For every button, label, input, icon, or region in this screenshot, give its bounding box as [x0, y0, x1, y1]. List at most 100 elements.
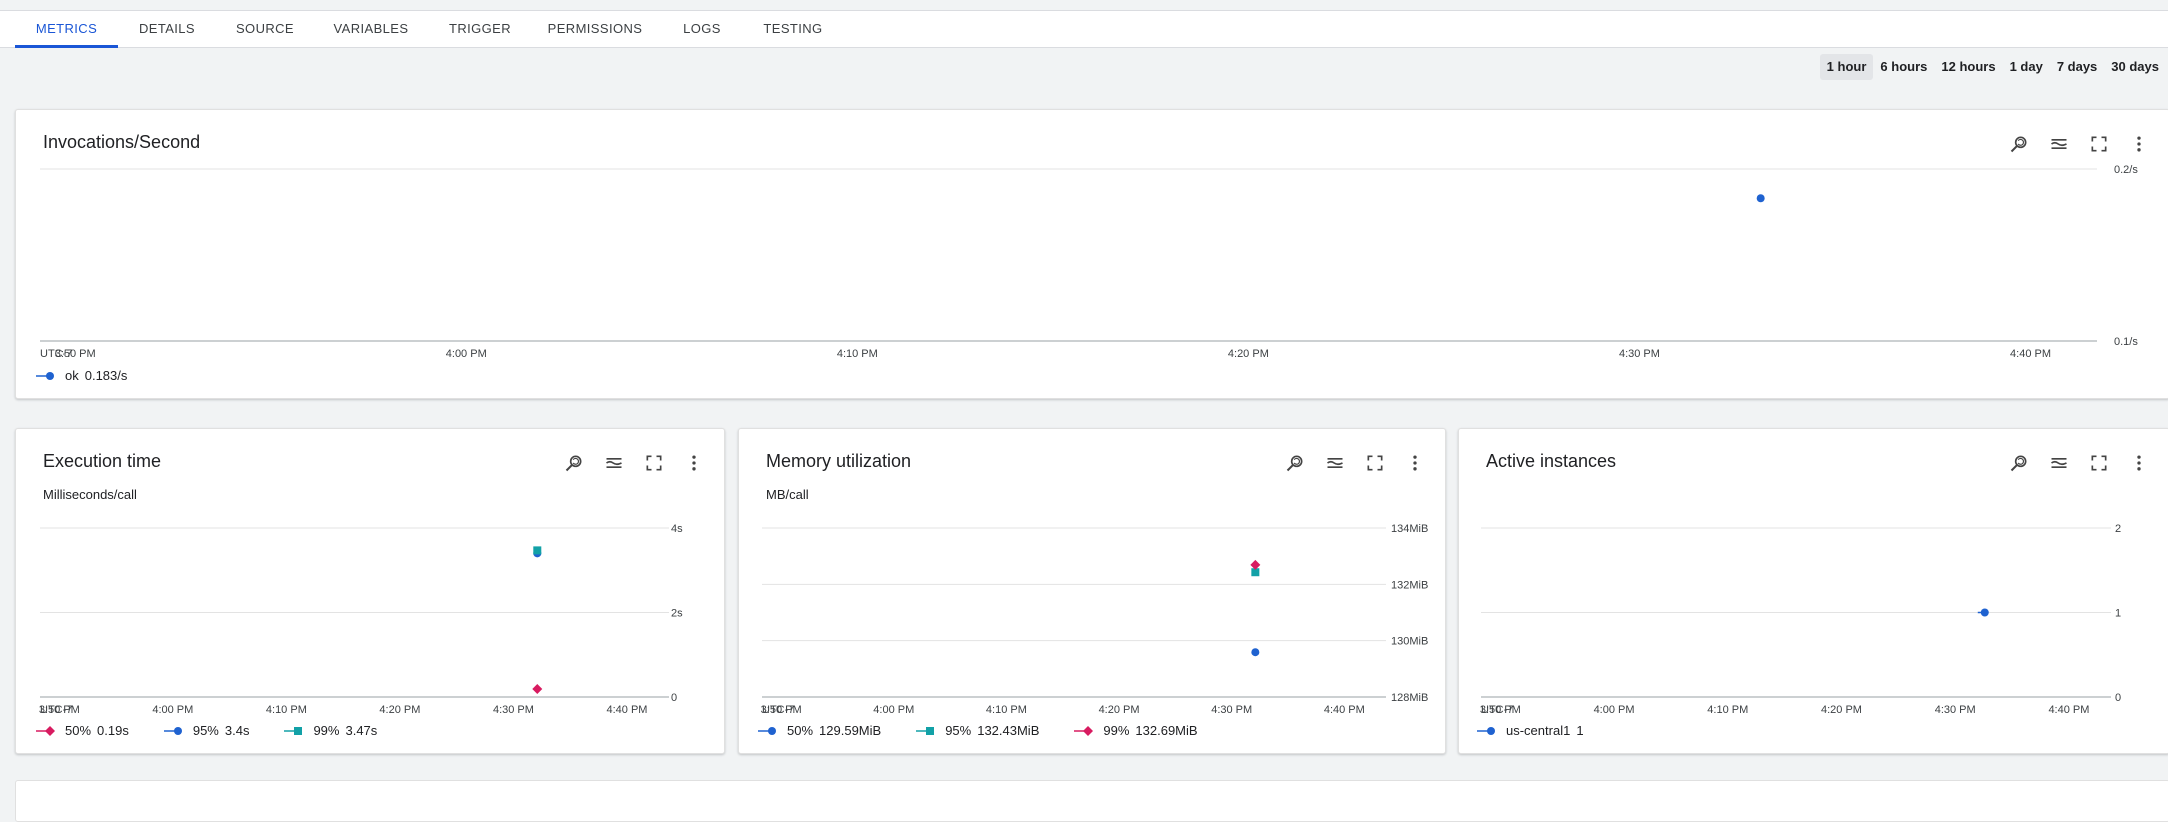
legend-series-value: 0.183/s: [84, 368, 128, 383]
legend-series-name: 50%: [787, 723, 814, 738]
legend-series-value: 3.4s: [224, 723, 250, 738]
legend-series-value: 1: [1576, 723, 1584, 738]
legend-series-name: 95%: [945, 723, 972, 738]
tab-testing[interactable]: TESTING: [754, 11, 832, 47]
memory-utilization-card: Memory utilization MB/call 134MiB 132MiB 1…: [738, 428, 1446, 754]
y-tick-label: 1: [2115, 608, 2121, 620]
legend-swatch: [1477, 726, 1495, 735]
legend-item[interactable]: us-central1 1: [1476, 723, 1584, 738]
legend-series-value: 3.47s: [345, 723, 378, 738]
legend-item[interactable]: 95% 3.4s: [163, 723, 250, 738]
invocations-card: Invocations/Second 0.2/s 0.1/s UTC-7 3:50 P…: [15, 109, 2168, 399]
range-7-days[interactable]: 7 days: [2050, 54, 2104, 80]
legend-swatch: [284, 726, 303, 735]
y-tick-label: 128MiB: [1391, 692, 1428, 704]
tab-logs[interactable]: LOGS: [668, 11, 736, 47]
legend-item[interactable]: 95% 132.43MiB: [915, 723, 1039, 738]
y-tick-label: 4s: [671, 523, 683, 535]
x-tick-label: 3:50 PM: [1480, 704, 1521, 716]
execution-time-card: Execution time Milliseconds/call 4s 2s 0 UT…: [15, 428, 725, 754]
y-tick-label: 0: [2115, 692, 2121, 704]
tab-variables[interactable]: VARIABLES: [322, 11, 420, 47]
legend-series-name: 50%: [65, 723, 92, 738]
tab-source[interactable]: SOURCE: [224, 11, 306, 47]
chart-legend: 50% 129.59MiB 95% 132.43MiB 99% 132.69MiB: [757, 723, 1232, 738]
x-tick-label: 3:50 PM: [55, 348, 96, 360]
x-tick-label: 4:10 PM: [266, 704, 307, 716]
legend-series-name: 95%: [192, 723, 219, 738]
x-tick-label: 4:10 PM: [837, 348, 878, 360]
data-point: [532, 683, 543, 694]
y-tick-label: 0.2/s: [2114, 164, 2138, 176]
legend-swatch: [163, 726, 182, 735]
tab-bar: METRICS DETAILS SOURCE VARIABLES TRIGGER…: [0, 10, 2168, 48]
tab-details[interactable]: DETAILS: [128, 11, 206, 47]
legend-swatch: [916, 726, 935, 735]
chart-legend: ok 0.183/s: [35, 368, 161, 383]
y-tick-label: 0: [671, 692, 677, 704]
x-tick-label: 4:40 PM: [1324, 704, 1365, 716]
time-range-selector: 1 hour 6 hours 12 hours 1 day 7 days 30 …: [1819, 54, 2166, 80]
range-1-day[interactable]: 1 day: [2003, 54, 2050, 80]
x-tick-label: 4:40 PM: [607, 704, 648, 716]
y-tick-label: 134MiB: [1391, 523, 1428, 535]
x-tick-label: 4:20 PM: [1099, 704, 1140, 716]
legend-item[interactable]: 50% 129.59MiB: [757, 723, 881, 738]
x-tick-label: 4:40 PM: [2010, 348, 2051, 360]
x-tick-label: 4:00 PM: [1594, 704, 1635, 716]
range-6-hours[interactable]: 6 hours: [1873, 54, 1934, 80]
invocations-chart: 0.2/s0.1/sUTC-73:50 PM 4:00 PM 4:10 PM 4:20…: [40, 164, 2138, 360]
y-tick-label: 2: [2115, 523, 2121, 535]
legend-swatch: [758, 726, 776, 735]
data-point: [533, 546, 542, 555]
legend-series-name: ok: [65, 368, 79, 383]
x-tick-label: 4:30 PM: [493, 704, 534, 716]
tab-trigger[interactable]: TRIGGER: [438, 11, 522, 47]
x-tick-label: 4:00 PM: [446, 348, 487, 360]
legend-series-value: 132.43MiB: [977, 723, 1040, 738]
legend-item[interactable]: ok 0.183/s: [35, 368, 127, 383]
legend-series-name: 99%: [313, 723, 340, 738]
memory-utilization-chart: 134MiB132MiB130MiB128MiBUTC-73:50 PM 4:00…: [761, 523, 1429, 716]
range-1-hour[interactable]: 1 hour: [1819, 54, 1874, 80]
legend-swatch: [36, 371, 54, 380]
tab-metrics[interactable]: METRICS: [15, 11, 118, 48]
data-point: [1980, 608, 1989, 617]
x-tick-label: 3:50 PM: [39, 704, 80, 716]
legend-series-value: 0.19s: [97, 723, 129, 738]
x-tick-label: 4:10 PM: [986, 704, 1027, 716]
x-tick-label: 4:20 PM: [379, 704, 420, 716]
x-tick-label: 4:00 PM: [873, 704, 914, 716]
range-12-hours[interactable]: 12 hours: [1934, 54, 2002, 80]
x-tick-label: 4:30 PM: [1935, 704, 1976, 716]
range-30-days[interactable]: 30 days: [2104, 54, 2166, 80]
chart-legend: us-central1 1: [1476, 723, 1618, 738]
tab-permissions[interactable]: PERMISSIONS: [540, 11, 650, 47]
y-tick-label: 132MiB: [1391, 579, 1428, 591]
y-tick-label: 130MiB: [1391, 636, 1428, 648]
execution-time-chart: 4s2s0UTC-73:50 PM 4:00 PM 4:10 PM 4:20 PM 4:…: [39, 523, 683, 716]
chart-legend: 50% 0.19s 95% 3.4s 99% 3.47s: [35, 723, 411, 738]
legend-swatch: [36, 725, 55, 736]
x-tick-label: 4:30 PM: [1211, 704, 1252, 716]
legend-swatch: [1074, 725, 1094, 736]
legend-series-name: us-central1: [1506, 723, 1571, 738]
legend-item[interactable]: 50% 0.19s: [35, 723, 129, 738]
y-tick-label: 2s: [671, 608, 683, 620]
x-tick-label: 4:30 PM: [1619, 348, 1660, 360]
data-point: [1756, 194, 1765, 203]
legend-item[interactable]: 99% 3.47s: [283, 723, 377, 738]
legend-series-name: 99%: [1103, 723, 1130, 738]
x-tick-label: 4:20 PM: [1821, 704, 1862, 716]
next-card: [15, 780, 2168, 822]
x-tick-label: 4:20 PM: [1228, 348, 1269, 360]
x-tick-label: 3:50 PM: [761, 704, 802, 716]
x-tick-label: 4:40 PM: [2048, 704, 2089, 716]
legend-series-value: 132.69MiB: [1135, 723, 1198, 738]
active-instances-chart: 210UTC-73:50 PM 4:00 PM 4:10 PM 4:20 PM 4:30…: [1480, 523, 2121, 716]
y-tick-label: 0.1/s: [2114, 336, 2138, 348]
active-instances-card: Active instances 2 1 0 UTC-7 3:50 PM 4:00 PM 4…: [1458, 428, 2168, 754]
legend-item[interactable]: 99% 132.69MiB: [1073, 723, 1198, 738]
legend-series-value: 129.59MiB: [819, 723, 882, 738]
x-tick-label: 4:00 PM: [152, 704, 193, 716]
